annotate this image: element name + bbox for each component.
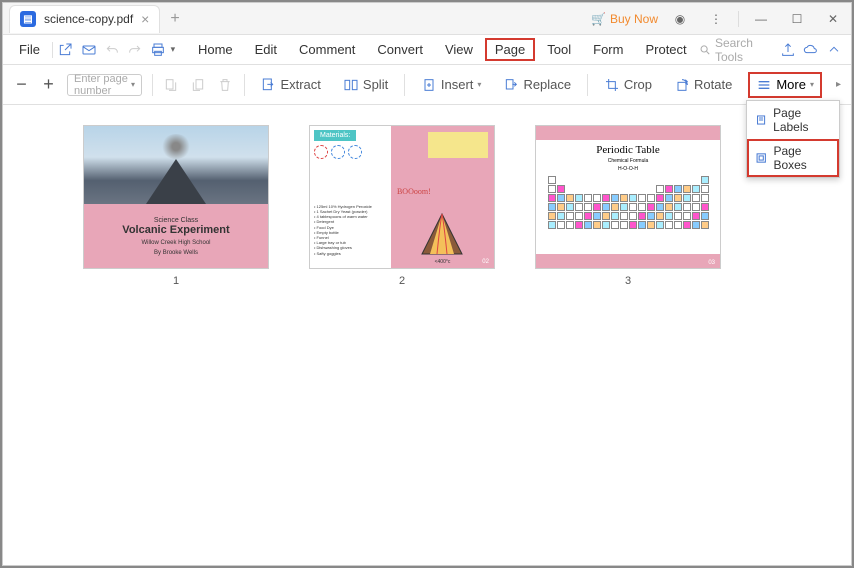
- page-thumb-3[interactable]: Periodic Table Chemical Formula H-O-O-H …: [535, 125, 721, 287]
- page-toolbar: − + Enter page number ▾ Extract Split In…: [3, 65, 851, 105]
- buy-now-link[interactable]: 🛒 Buy Now: [591, 12, 658, 26]
- scroll-right-icon[interactable]: ▸: [836, 79, 841, 90]
- crop-button[interactable]: Crop: [598, 74, 658, 96]
- chevron-down-icon: ▾: [810, 80, 814, 89]
- replace-button[interactable]: Replace: [497, 74, 577, 96]
- titlebar: ▤ science-copy.pdf × + 🛒 Buy Now ◉ ⋮ — ☐…: [3, 3, 851, 35]
- menu-comment[interactable]: Comment: [289, 38, 365, 61]
- extract-button[interactable]: Extract: [254, 74, 326, 96]
- tab-title: science-copy.pdf: [44, 12, 133, 26]
- menu-protect[interactable]: Protect: [635, 38, 696, 61]
- maximize-button[interactable]: ☐: [783, 5, 811, 33]
- collapse-icon[interactable]: [824, 38, 845, 62]
- trash-icon[interactable]: [217, 73, 234, 97]
- menu-view[interactable]: View: [435, 38, 483, 61]
- kebab-icon[interactable]: ⋮: [702, 5, 730, 33]
- close-tab-icon[interactable]: ×: [141, 11, 149, 27]
- menu-form[interactable]: Form: [583, 38, 633, 61]
- dup-right-icon[interactable]: [190, 73, 207, 97]
- insert-button[interactable]: Insert ▾: [415, 74, 488, 96]
- undo-icon[interactable]: [101, 38, 122, 62]
- mail-icon[interactable]: [78, 38, 99, 62]
- cloud-icon[interactable]: [801, 38, 822, 62]
- avatar-icon[interactable]: ◉: [666, 5, 694, 33]
- split-button[interactable]: Split: [337, 74, 394, 96]
- menu-edit[interactable]: Edit: [245, 38, 287, 61]
- menu-page[interactable]: Page: [485, 38, 535, 61]
- chevron-down-icon: ▾: [477, 80, 481, 89]
- dup-left-icon[interactable]: [163, 73, 180, 97]
- file-menu[interactable]: File: [9, 38, 50, 61]
- new-tab-button[interactable]: +: [170, 10, 179, 28]
- page-thumb-2[interactable]: Materials: BOOoom! • 125ml 10% Hydrogen …: [309, 125, 495, 287]
- menu-tool[interactable]: Tool: [537, 38, 581, 61]
- print-dropdown-icon[interactable]: ▾: [171, 44, 176, 55]
- page-number: 2: [399, 275, 405, 287]
- share-icon[interactable]: [55, 38, 76, 62]
- search-tools[interactable]: Search Tools: [699, 36, 776, 64]
- thumbnail-grid: Science Class Volcanic Experiment Willow…: [3, 105, 851, 565]
- page-number-input[interactable]: Enter page number ▾: [67, 74, 142, 96]
- page-thumb-1[interactable]: Science Class Volcanic Experiment Willow…: [83, 125, 269, 287]
- more-dropdown: Page Labels Page Boxes: [746, 100, 840, 178]
- page-boxes-item[interactable]: Page Boxes: [747, 139, 839, 177]
- page-number: 3: [625, 275, 631, 287]
- page-number: 1: [173, 275, 179, 287]
- zoom-out-button[interactable]: −: [13, 73, 30, 97]
- menu-convert[interactable]: Convert: [367, 38, 433, 61]
- minimize-button[interactable]: —: [747, 5, 775, 33]
- close-window-button[interactable]: ✕: [819, 5, 847, 33]
- upload-icon[interactable]: [778, 38, 799, 62]
- page-labels-item[interactable]: Page Labels: [747, 101, 839, 139]
- zoom-in-button[interactable]: +: [40, 73, 57, 97]
- print-icon[interactable]: [147, 38, 168, 62]
- rotate-button[interactable]: Rotate: [668, 74, 738, 96]
- chevron-down-icon: ▾: [131, 80, 135, 89]
- pdf-icon: ▤: [20, 11, 36, 27]
- document-tab[interactable]: ▤ science-copy.pdf ×: [9, 5, 160, 33]
- cart-icon: 🛒: [591, 12, 606, 26]
- redo-icon[interactable]: [124, 38, 145, 62]
- more-button[interactable]: More ▾: [748, 72, 822, 98]
- menubar: File ▾ Home Edit Comment Convert View Pa…: [3, 35, 851, 65]
- menu-home[interactable]: Home: [188, 38, 243, 61]
